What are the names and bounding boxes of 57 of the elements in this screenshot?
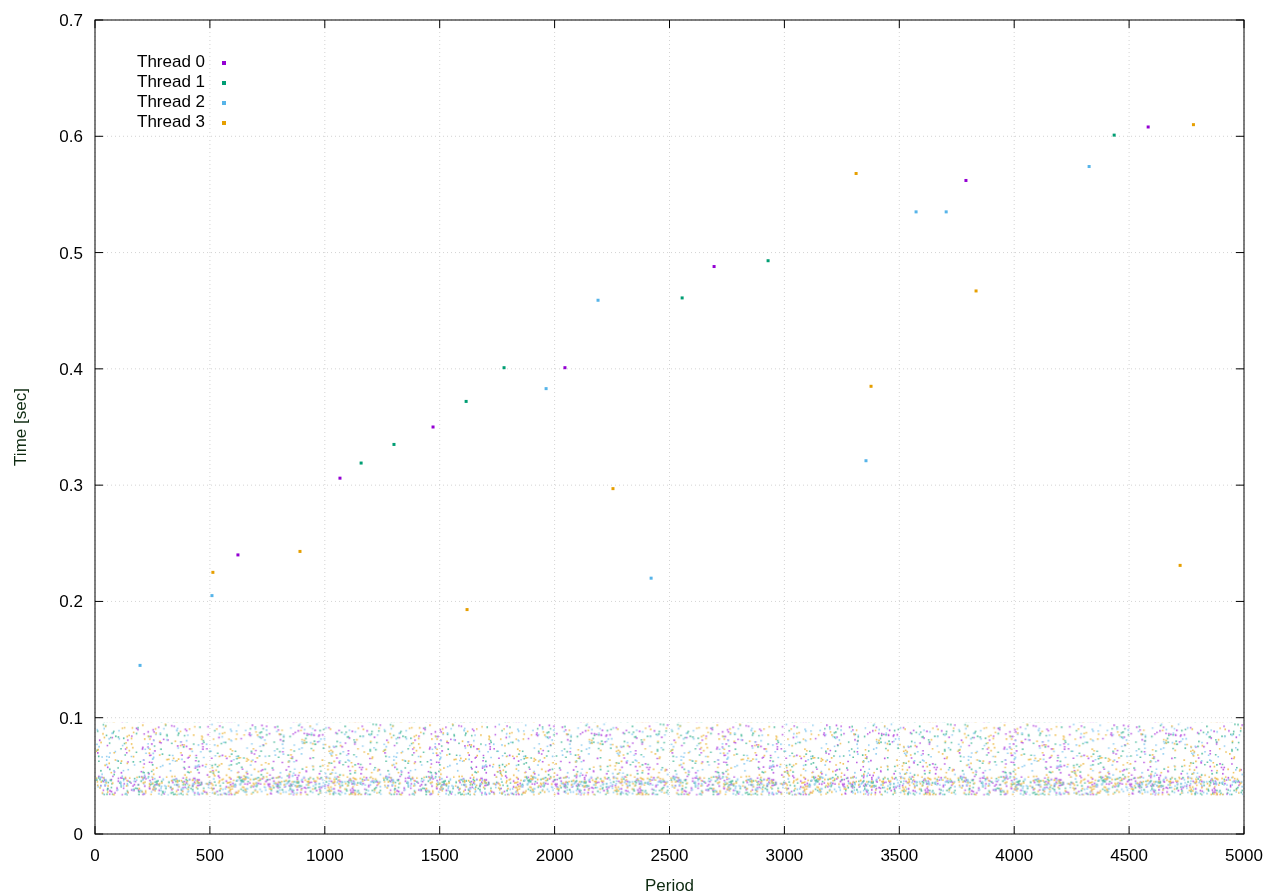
scatter-point bbox=[544, 387, 548, 391]
x-tick-label: 1500 bbox=[420, 846, 459, 865]
x-tick-label: 5000 bbox=[1225, 846, 1263, 865]
scatter-point bbox=[854, 172, 858, 175]
scatter-point bbox=[611, 487, 615, 491]
y-tick-label: 0.2 bbox=[59, 592, 83, 612]
scatter-point bbox=[298, 549, 302, 553]
scatter-point bbox=[359, 461, 363, 465]
x-tick-label: 1000 bbox=[305, 846, 344, 865]
x-tick-label: 0 bbox=[90, 846, 100, 865]
x-tick-label: 500 bbox=[195, 846, 225, 865]
legend-label: Thread 2 bbox=[137, 92, 206, 111]
legend-label: Thread 3 bbox=[137, 112, 206, 131]
scatter-point bbox=[914, 210, 918, 214]
scatter-point bbox=[1146, 125, 1150, 129]
x-tick-label: 3500 bbox=[880, 846, 919, 865]
scatter-point bbox=[766, 259, 770, 263]
scatter-point bbox=[1112, 133, 1116, 137]
scatter-point bbox=[138, 663, 142, 667]
scatter-point bbox=[1191, 123, 1195, 127]
scatter-point bbox=[974, 289, 978, 293]
scatter-point bbox=[236, 553, 240, 557]
scatter-point bbox=[864, 459, 868, 463]
scatter-point bbox=[649, 576, 653, 580]
y-tick-label: 0 bbox=[73, 825, 83, 844]
scatter-point bbox=[392, 442, 396, 446]
scatter-point bbox=[712, 265, 716, 269]
y-axis-title: Time [sec] bbox=[11, 388, 30, 466]
scatter-point bbox=[464, 399, 468, 403]
x-tick-label: 2000 bbox=[535, 846, 574, 865]
x-tick-label: 4000 bbox=[995, 846, 1034, 865]
scatter-point bbox=[596, 298, 600, 302]
x-tick-label: 2500 bbox=[650, 846, 689, 865]
scatter-point bbox=[211, 570, 215, 574]
scatter-point bbox=[1087, 165, 1091, 168]
y-tick-label: 0.3 bbox=[59, 476, 83, 496]
x-tick-label: 4500 bbox=[1110, 846, 1148, 865]
y-tick-label: 0.5 bbox=[59, 243, 83, 263]
scatter-point bbox=[944, 210, 948, 214]
scatter-point bbox=[338, 476, 342, 480]
y-tick-label: 0.7 bbox=[59, 11, 83, 30]
scatter-point bbox=[563, 366, 567, 370]
scatter-point bbox=[210, 594, 214, 598]
y-tick-label: 0.4 bbox=[59, 359, 83, 379]
scatter-point bbox=[465, 608, 469, 612]
legend-label: Thread 1 bbox=[137, 72, 206, 91]
legend-label: Thread 0 bbox=[137, 52, 206, 71]
scatter-point bbox=[869, 384, 873, 388]
scatter-point bbox=[964, 178, 968, 182]
x-axis-title: Period bbox=[644, 876, 695, 895]
scatter-point bbox=[431, 425, 435, 429]
y-tick-label: 0.6 bbox=[59, 127, 83, 147]
scatter-point bbox=[680, 296, 684, 300]
scatter-point bbox=[502, 366, 506, 370]
scatter-point bbox=[1178, 563, 1182, 567]
x-tick-label: 3000 bbox=[765, 846, 804, 865]
y-tick-label: 0.1 bbox=[59, 708, 83, 728]
